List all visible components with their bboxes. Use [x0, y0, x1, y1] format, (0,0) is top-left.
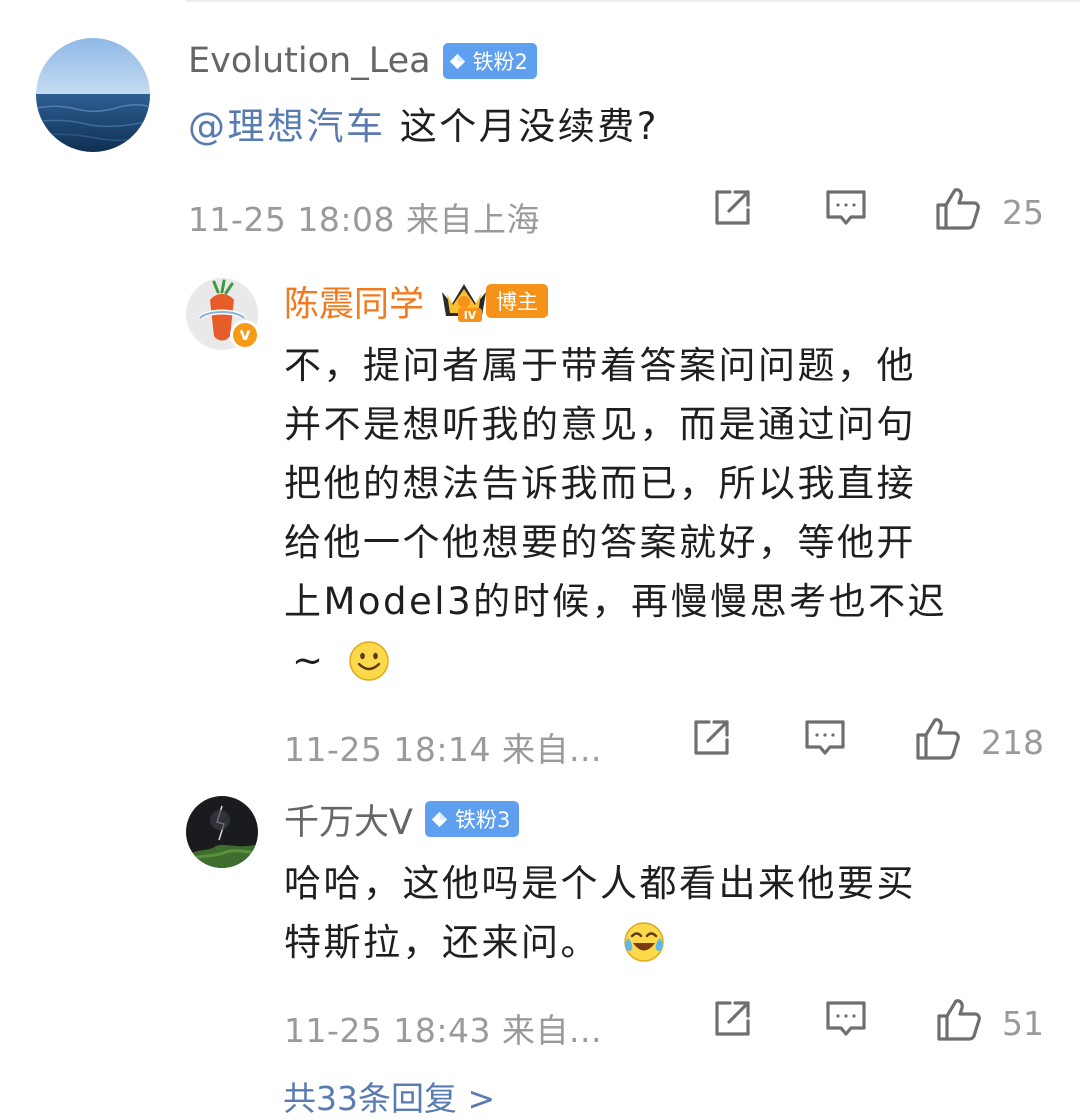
comment-meta: 11-25 18:08 来自上海 25: [188, 186, 1048, 239]
top-divider: [186, 0, 1080, 2]
diamond-icon: [431, 811, 448, 827]
like-count: 218: [981, 723, 1044, 762]
thumbs-up-icon[interactable]: [914, 716, 962, 762]
username[interactable]: 千万大V: [284, 794, 413, 845]
timestamp: 11-25 18:08 来自上海: [188, 200, 540, 239]
name-row: Evolution_Lea 铁粉2: [188, 36, 537, 86]
laugh-cry-emoji-icon: [622, 920, 666, 981]
timestamp: 11-25 18:14 来自...: [284, 730, 602, 769]
text-line: 上Model3的时候，再慢慢思考也不迟: [284, 580, 948, 623]
comment-icon[interactable]: [824, 997, 868, 1041]
comment-icon[interactable]: [803, 716, 847, 760]
text-line: 不，提问者属于带着答案问问题，他: [284, 344, 916, 387]
text-line: 特斯拉，还来问。: [284, 921, 600, 964]
verified-badge: v: [230, 320, 260, 350]
badge-label: 铁粉2: [472, 50, 528, 74]
name-row: 陈震同学 IV 博主: [284, 276, 549, 327]
text-line: 给他一个他想要的答案就好，等他开: [284, 521, 916, 564]
like-count: 25: [1002, 193, 1044, 232]
name-row: 千万大V 铁粉3: [284, 794, 520, 845]
fan-badge: 铁粉3: [424, 801, 520, 837]
crown-icon: IV: [438, 278, 490, 324]
text-line: 哈哈，这他吗是个人都看出来他要买: [284, 862, 916, 905]
thumbs-up-icon[interactable]: [934, 186, 982, 232]
share-icon[interactable]: [710, 186, 754, 230]
text-line-last: ~: [284, 631, 1064, 699]
text-line-last: 特斯拉，还来问。: [284, 913, 1064, 981]
comment-icon[interactable]: [824, 186, 868, 230]
comment-text: 哈哈，这他吗是个人都看出来他要买 特斯拉，还来问。: [284, 854, 1064, 981]
timestamp: 11-25 18:43 来自...: [284, 1011, 602, 1050]
mention-link[interactable]: @理想汽车: [188, 105, 386, 148]
comment-meta: 11-25 18:43 来自... 51: [284, 997, 1048, 1050]
diamond-icon: [449, 53, 465, 69]
avatar[interactable]: [36, 38, 150, 152]
thumbs-up-icon[interactable]: [935, 997, 983, 1043]
svg-text:IV: IV: [464, 309, 477, 322]
like-count: 51: [1002, 1004, 1044, 1043]
comment-text: 不，提问者属于带着答案问问题，他 并不是想听我的意见，而是通过问句 把他的想法告…: [284, 336, 1064, 699]
smile-emoji-icon: [348, 640, 390, 699]
blogger-badge: 博主: [486, 284, 549, 318]
comment-body: 这个月没续费?: [385, 105, 659, 148]
text-line: 并不是想听我的意见，而是通过问句: [284, 403, 916, 446]
share-icon[interactable]: [710, 997, 754, 1041]
comment-meta: 11-25 18:14 来自... 218: [284, 716, 1048, 769]
more-replies-link[interactable]: 共33条回复 >: [283, 1072, 495, 1120]
share-icon[interactable]: [689, 716, 733, 760]
username[interactable]: Evolution_Lea: [188, 41, 431, 81]
text-line: ~: [292, 639, 326, 682]
badge-label: 铁粉3: [454, 808, 511, 832]
username[interactable]: 陈震同学: [284, 276, 424, 327]
comment-text: @理想汽车 这个月没续费?: [188, 97, 659, 156]
text-line: 把他的想法告诉我而已，所以我直接: [284, 462, 916, 505]
fan-badge: 铁粉2: [442, 43, 537, 79]
avatar[interactable]: [186, 796, 258, 868]
